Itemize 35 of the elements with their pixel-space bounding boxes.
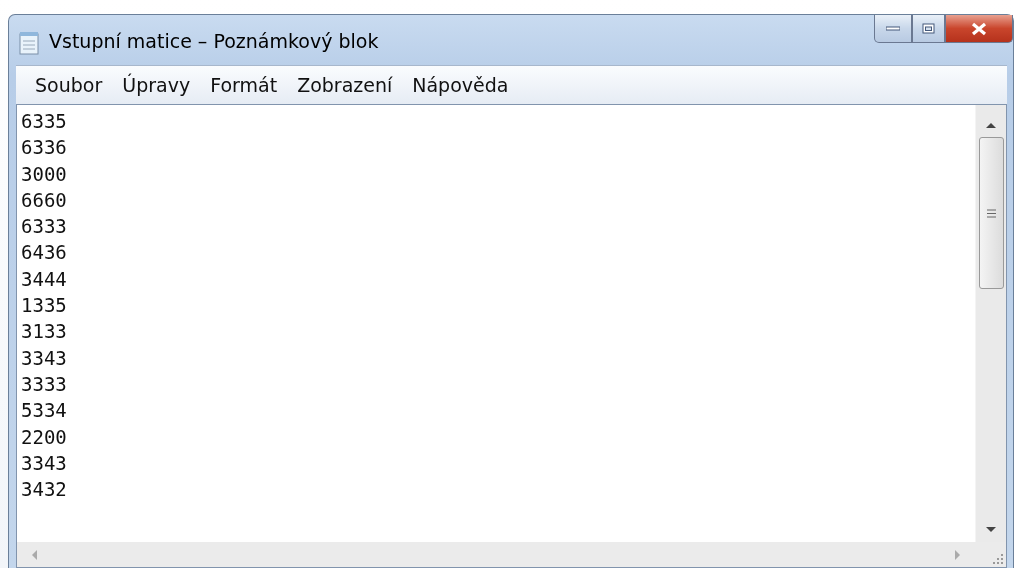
scroll-up-icon[interactable]	[985, 121, 997, 129]
menu-item[interactable]: Nápověda	[403, 72, 518, 98]
text-line: 1335	[21, 293, 67, 319]
menu-item[interactable]: Úpravy	[113, 72, 200, 98]
minimize-icon	[886, 26, 900, 31]
text-line: 6333	[21, 214, 67, 240]
window-title: Vstupní matice – Poznámkový blok	[49, 30, 380, 52]
notepad-icon	[19, 31, 41, 55]
menu-item[interactable]: Zobrazení	[288, 72, 402, 98]
text-line: 6336	[21, 135, 67, 161]
text-line: 3343	[21, 345, 67, 371]
scrollbar-thumb[interactable]	[978, 137, 1004, 289]
text-line: 2200	[21, 424, 67, 450]
close-button[interactable]	[945, 15, 1013, 43]
maximize-button[interactable]	[912, 15, 945, 43]
text-line: 3133	[21, 319, 67, 345]
scroll-down-icon[interactable]	[985, 526, 997, 534]
grip-icon	[986, 208, 996, 218]
text-line: 3444	[21, 266, 67, 292]
scroll-left-icon[interactable]	[31, 548, 38, 561]
text-line: 6335	[21, 109, 67, 134]
text-line: 3432	[21, 477, 67, 503]
scroll-right-icon[interactable]	[954, 548, 961, 561]
close-icon	[971, 21, 987, 36]
menu-item[interactable]: Formát	[201, 72, 287, 98]
maximize-icon	[922, 23, 935, 34]
text-line: 6660	[21, 187, 67, 213]
text-line: 5334	[21, 398, 67, 424]
minimize-button[interactable]	[874, 15, 912, 43]
text-line: 3333	[21, 371, 67, 397]
resize-grip-icon[interactable]	[993, 554, 1003, 564]
text-line: 3000	[21, 161, 67, 187]
text-line: 6436	[21, 240, 67, 266]
menu-item[interactable]: Soubor	[26, 72, 112, 98]
text-line: 3343	[21, 450, 67, 476]
